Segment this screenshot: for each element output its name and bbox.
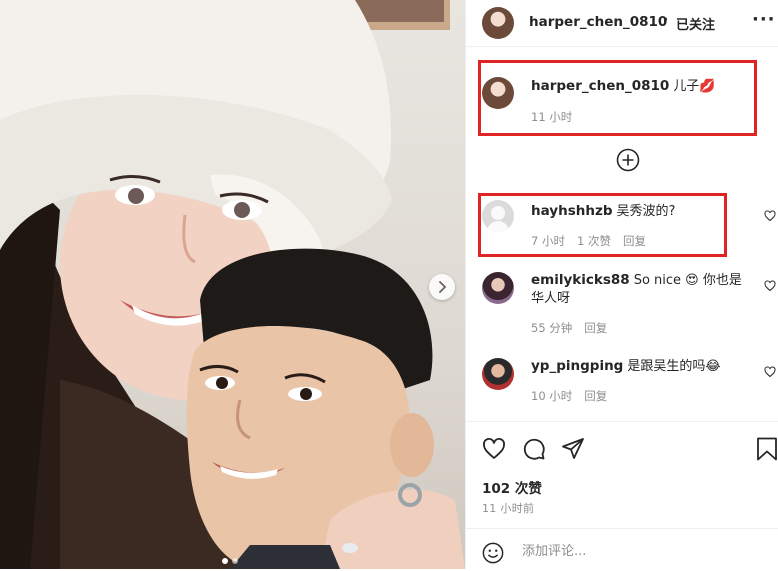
- comment-reply-button[interactable]: 回复: [584, 388, 607, 404]
- plus-circle-icon: [616, 148, 640, 172]
- post-photo[interactable]: [0, 0, 465, 569]
- chevron-right-icon: [439, 281, 447, 293]
- comment-icon[interactable]: [522, 437, 546, 461]
- comment-username[interactable]: yp_pingping: [531, 358, 623, 374]
- comment-text-line: emilykicks88 So nice 😍 你也是华人呀: [531, 271, 746, 308]
- carousel-indicator: [222, 558, 238, 564]
- carousel-dot-2: [232, 558, 238, 564]
- photo-illustration: [0, 0, 465, 569]
- comment-like-icon[interactable]: [764, 366, 776, 378]
- comment-item: emilykicks88 So nice 😍 你也是华人呀 55 分钟 回复: [466, 270, 778, 340]
- comment-time: 10 小时: [531, 389, 573, 403]
- comment-reply-button[interactable]: 回复: [584, 320, 607, 336]
- comment-input[interactable]: [520, 539, 754, 563]
- commenter-avatar[interactable]: [482, 358, 514, 390]
- comment-like-icon[interactable]: [764, 210, 776, 222]
- instagram-post-view: harper_chen_0810 · 已关注 ··· harper_chen_0…: [0, 0, 778, 569]
- author-avatar[interactable]: [482, 7, 514, 39]
- header-separator: ·: [663, 12, 669, 28]
- carousel-next-button[interactable]: [429, 274, 455, 300]
- highlight-box-caption: [478, 60, 757, 136]
- post-timestamp: 11 小时前: [482, 502, 535, 515]
- comment-time: 55 分钟: [531, 321, 573, 335]
- comment-meta: 55 分钟 回复: [531, 320, 607, 336]
- comment-text: 是跟吴生的吗😂: [627, 359, 721, 374]
- emoji-icon[interactable]: [482, 542, 504, 564]
- post-side-panel: harper_chen_0810 · 已关注 ··· harper_chen_0…: [465, 0, 778, 569]
- like-count[interactable]: 102 次赞: [482, 477, 542, 497]
- heart-icon[interactable]: [482, 437, 506, 461]
- post-header: harper_chen_0810 · 已关注 ···: [466, 0, 778, 47]
- load-more-comments-button[interactable]: [616, 148, 640, 176]
- comment-meta: 10 小时 回复: [531, 388, 607, 404]
- commenter-avatar[interactable]: [482, 272, 514, 304]
- more-options-button[interactable]: ···: [752, 9, 776, 30]
- author-username[interactable]: harper_chen_0810: [529, 14, 667, 30]
- carousel-dot-1: [222, 558, 228, 564]
- post-actions: 102 次赞 11 小时前: [466, 421, 778, 570]
- comment-text-line: yp_pingping 是跟吴生的吗😂: [531, 357, 746, 376]
- follow-status-button[interactable]: 已关注: [676, 14, 715, 33]
- highlight-box-comment: [478, 193, 727, 257]
- comment-like-icon[interactable]: [764, 280, 776, 292]
- bookmark-icon[interactable]: [756, 437, 778, 461]
- comment-item: yp_pingping 是跟吴生的吗😂 10 小时 回复: [466, 356, 778, 406]
- share-icon[interactable]: [561, 437, 585, 461]
- comment-username[interactable]: emilykicks88: [531, 272, 630, 288]
- add-comment-bar: [466, 528, 778, 571]
